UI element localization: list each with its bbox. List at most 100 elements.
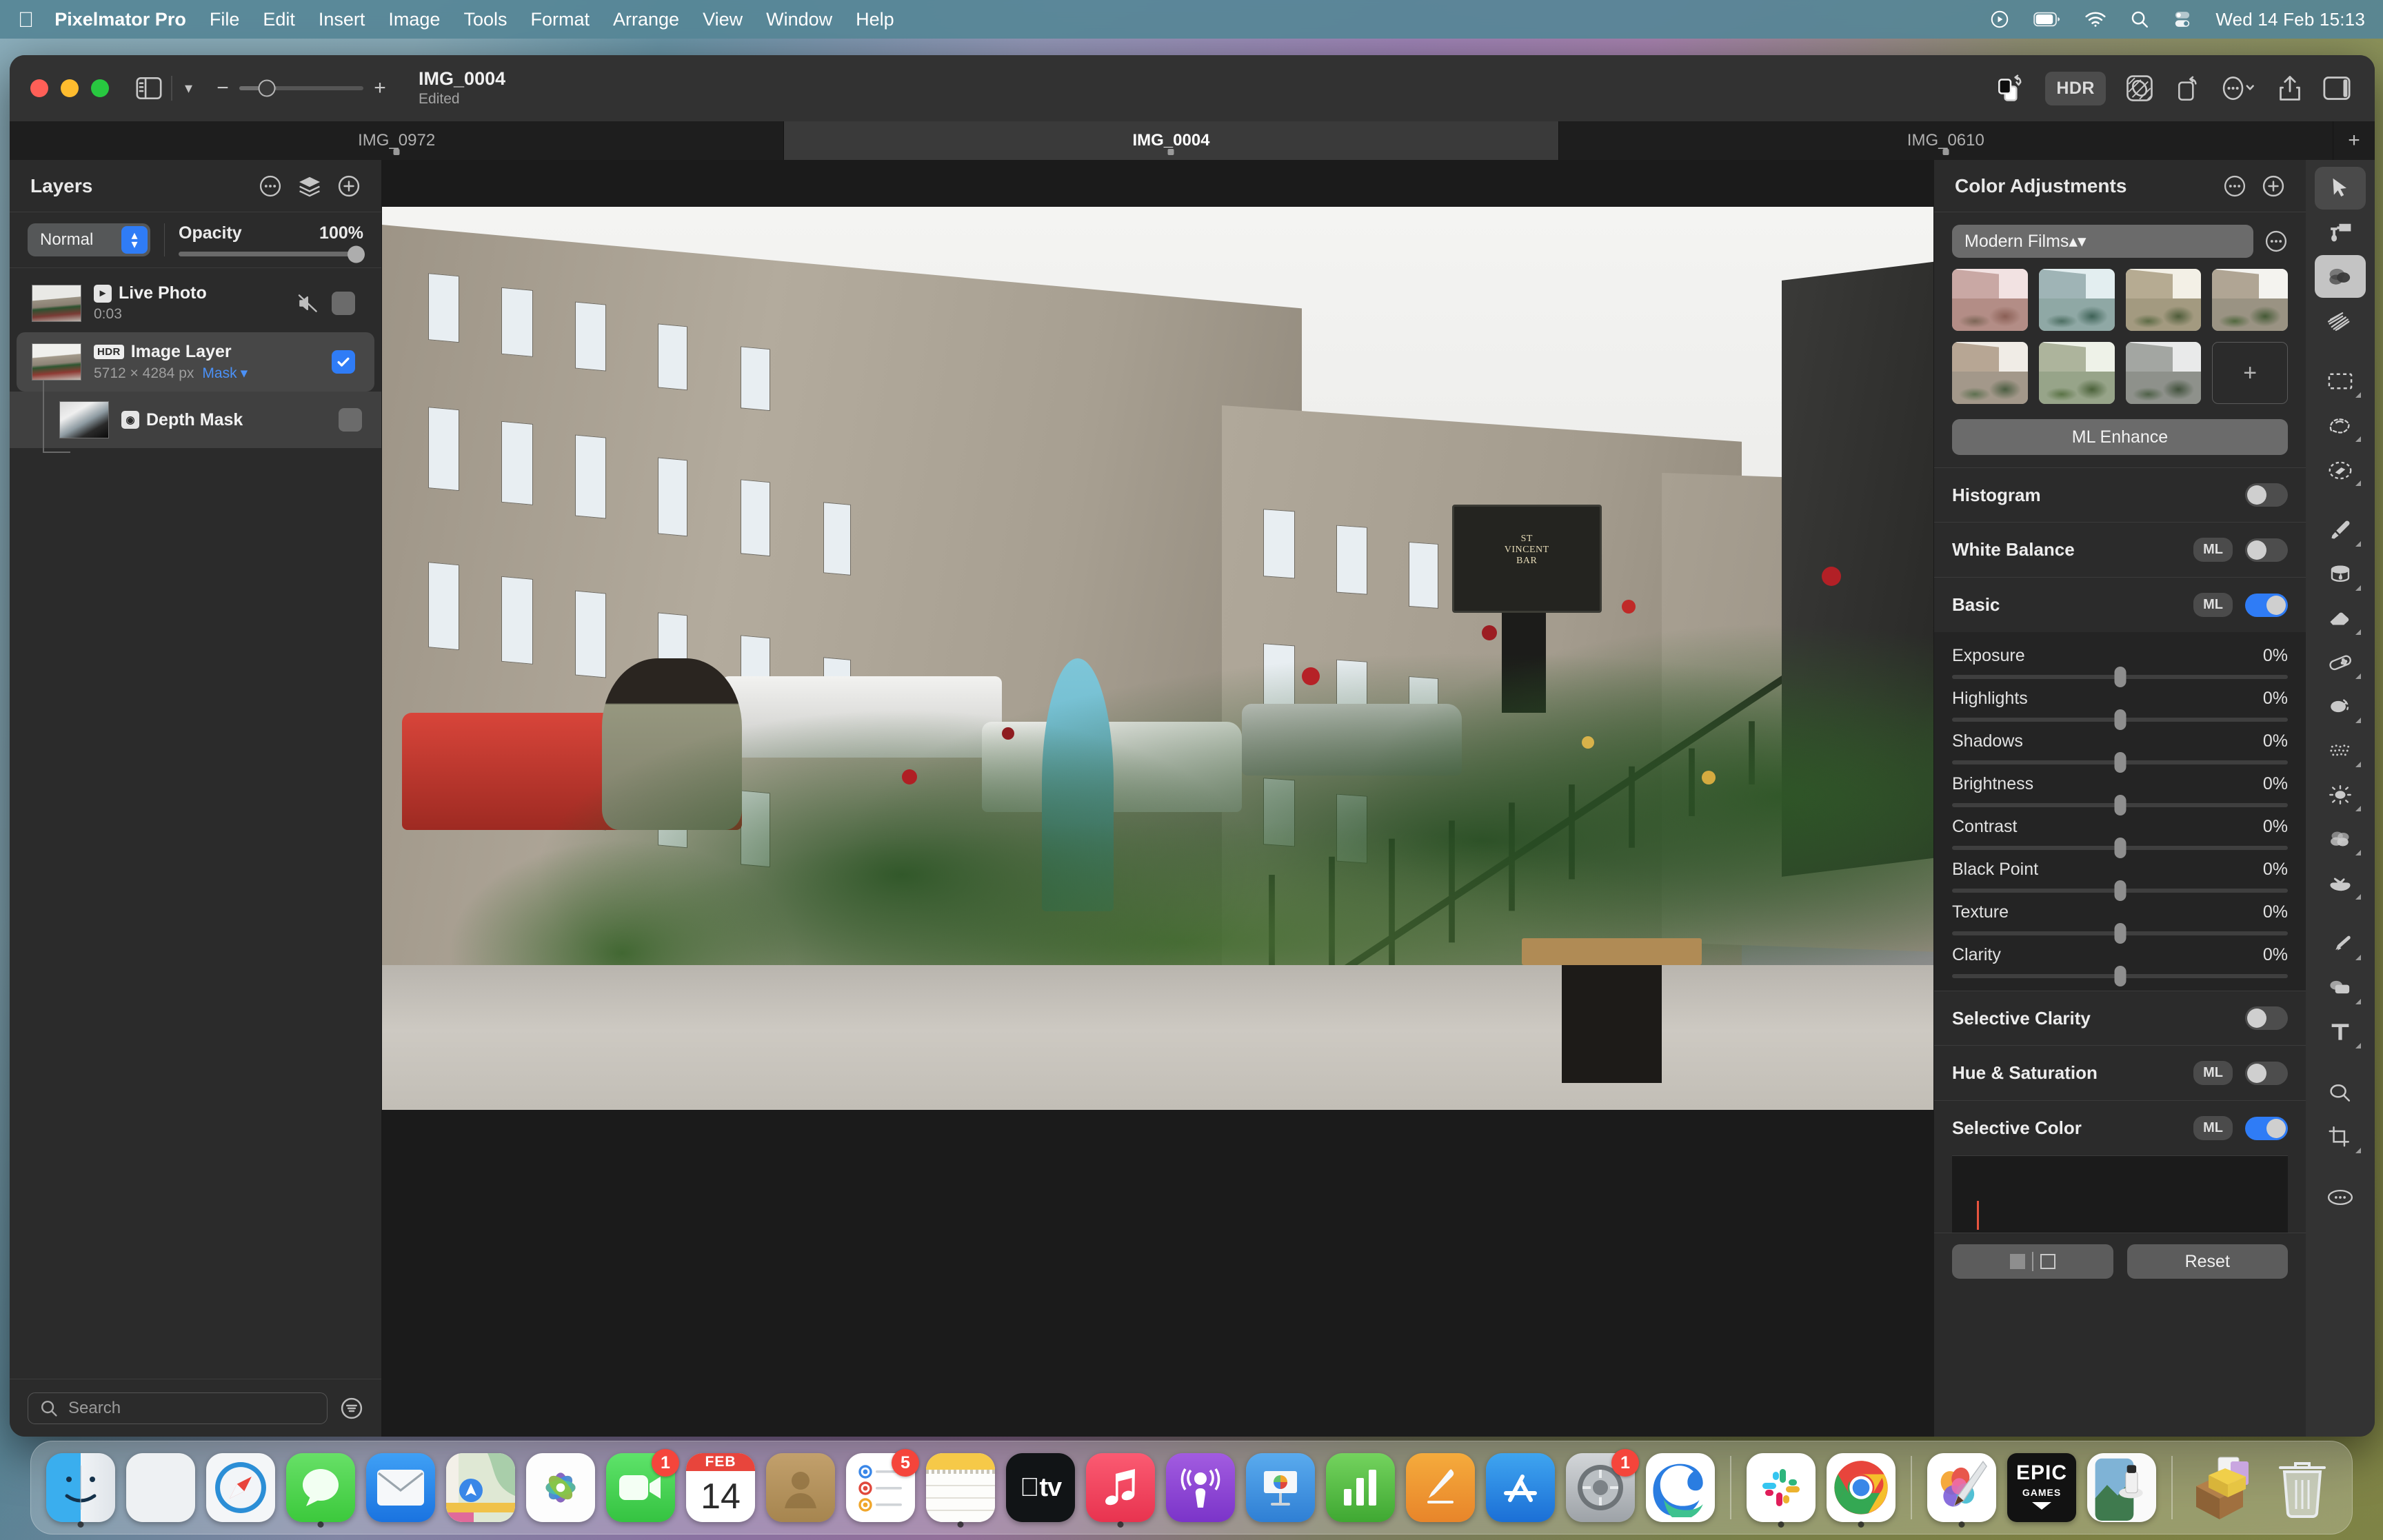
slider-knob[interactable]	[2114, 838, 2126, 858]
preset-thumbnail[interactable]	[2125, 342, 2202, 404]
dock-item-downloads-stack[interactable]	[2185, 1450, 2260, 1525]
preset-thumbnail[interactable]	[2038, 342, 2115, 404]
clone-stamp-tool[interactable]	[2315, 685, 2366, 728]
layer-visibility-checkbox[interactable]	[332, 291, 355, 315]
slider-track[interactable]	[1952, 709, 2288, 730]
slider-value[interactable]: 0%	[2263, 774, 2288, 794]
control-center-icon[interactable]	[2173, 10, 2192, 29]
dock-item-keynote[interactable]	[1243, 1450, 1318, 1525]
reset-button[interactable]: Reset	[2126, 1244, 2288, 1279]
zoom-slider-track[interactable]	[239, 79, 364, 97]
repair-tool[interactable]	[2315, 641, 2366, 684]
menu-file[interactable]: File	[210, 9, 240, 30]
zoom-button[interactable]	[91, 79, 109, 97]
pen-tool[interactable]	[2315, 922, 2366, 965]
white-balance-toggle[interactable]	[2245, 538, 2288, 562]
add-preset-button[interactable]: +	[2212, 342, 2288, 404]
slider-knob[interactable]	[2114, 880, 2126, 901]
dock-item-numbers[interactable]	[1323, 1450, 1398, 1525]
filter-icon[interactable]	[340, 1397, 363, 1420]
dock-item-edge[interactable]	[1643, 1450, 1718, 1525]
slider-track[interactable]	[1952, 880, 2288, 901]
crop-tool[interactable]	[2315, 1115, 2366, 1158]
slider-knob[interactable]	[2114, 795, 2126, 815]
dock-item-calendar[interactable]: FEB 14	[683, 1450, 758, 1525]
ml-enhance-button[interactable]: ML Enhance	[1952, 419, 2288, 455]
paint-brush-tool[interactable]	[2315, 509, 2366, 551]
more-options-icon[interactable]	[259, 174, 282, 198]
menu-bar-clock[interactable]: Wed 14 Feb 15:13	[2215, 9, 2365, 30]
add-layer-icon[interactable]	[337, 174, 361, 198]
dock-item-reminders[interactable]: 5	[843, 1449, 919, 1525]
list-item[interactable]: ◉ Depth Mask	[10, 392, 381, 448]
preset-thumbnail[interactable]	[1952, 269, 2028, 331]
adjustment-section-basic[interactable]: Basic ML	[1934, 577, 2306, 632]
layers-stack-icon[interactable]	[297, 174, 322, 198]
blend-mode-select[interactable]: Normal ▴ ▾	[28, 223, 150, 256]
zoom-tool[interactable]	[2315, 1071, 2366, 1114]
slider-value[interactable]: 0%	[2263, 902, 2288, 922]
basic-toggle[interactable]	[2245, 593, 2288, 617]
color-adjustments-tool[interactable]	[2315, 255, 2366, 298]
apple-logo-icon[interactable]: 	[18, 9, 34, 30]
mute-icon[interactable]	[297, 294, 319, 313]
slider-track[interactable]	[1952, 667, 2288, 687]
paint-tool[interactable]	[2315, 211, 2366, 254]
dock-item-podcasts[interactable]	[1163, 1450, 1238, 1525]
menu-image[interactable]: Image	[388, 9, 440, 30]
search-input[interactable]: Search	[28, 1392, 328, 1424]
dock-item-photos[interactable]	[523, 1450, 598, 1525]
layer-arrange-icon[interactable]	[1995, 74, 2026, 102]
ml-badge[interactable]: ML	[2193, 538, 2233, 562]
share-icon[interactable]	[2277, 74, 2303, 103]
adjustment-section-histogram[interactable]: Histogram	[1934, 467, 2306, 522]
slider-exposure[interactable]: Exposure 0%	[1952, 636, 2288, 687]
saturate-tool[interactable]	[2315, 818, 2366, 860]
adjustment-section-hue-saturation[interactable]: Hue & Saturation ML	[1934, 1045, 2306, 1100]
dock-item-pixelmator-pro[interactable]	[1924, 1450, 1999, 1528]
opacity-value[interactable]: 100%	[319, 223, 363, 243]
freeform-select-tool[interactable]	[2315, 404, 2366, 447]
wifi-icon[interactable]	[2084, 11, 2107, 28]
quick-select-tool[interactable]	[2315, 448, 2366, 491]
dock-item-slack[interactable]	[1744, 1450, 1818, 1528]
dock-item-facetime[interactable]: 1	[603, 1449, 679, 1525]
selective-color-toggle[interactable]	[2245, 1116, 2288, 1140]
slider-track[interactable]	[1952, 795, 2288, 815]
ml-badge[interactable]: ML	[2193, 593, 2233, 617]
chevron-updown-icon[interactable]: ▴▾	[2069, 231, 2086, 252]
tab-img-0004[interactable]: IMG_0004	[784, 121, 1559, 160]
tab-img-0972[interactable]: IMG_0972	[10, 121, 785, 160]
preset-thumbnail[interactable]	[2212, 269, 2288, 331]
rectangular-select-tool[interactable]	[2315, 360, 2366, 403]
lighten-tool[interactable]	[2315, 773, 2366, 816]
preset-thumbnail[interactable]	[1952, 342, 2028, 404]
dock-item-pages[interactable]	[1403, 1450, 1478, 1525]
hue-saturation-toggle[interactable]	[2245, 1061, 2288, 1085]
slider-knob[interactable]	[2114, 752, 2126, 773]
slider-value[interactable]: 0%	[2263, 646, 2288, 666]
effects-tool[interactable]	[2315, 299, 2366, 342]
opacity-slider-knob[interactable]	[348, 245, 365, 263]
close-button[interactable]	[30, 79, 48, 97]
slider-value[interactable]: 0%	[2263, 945, 2288, 965]
minimize-button[interactable]	[61, 79, 79, 97]
list-item[interactable]: ► Live Photo 0:03	[17, 274, 374, 332]
slider-knob[interactable]	[2114, 667, 2126, 687]
layer-visibility-checkbox[interactable]	[339, 408, 362, 432]
chevron-updown-icon[interactable]: ▴▾	[121, 226, 148, 254]
screen-recording-icon[interactable]	[1989, 9, 2010, 30]
more-options-icon[interactable]	[2223, 174, 2246, 198]
ml-badge[interactable]: ML	[2193, 1061, 2233, 1085]
dock-item-trash[interactable]	[2265, 1450, 2340, 1525]
effects-icon[interactable]	[2125, 74, 2154, 103]
eraser-tool[interactable]	[2315, 597, 2366, 640]
shape-tool[interactable]	[2315, 966, 2366, 1009]
paint-bucket-tool[interactable]	[2315, 553, 2366, 596]
search-icon[interactable]	[2130, 10, 2149, 29]
arrange-tool[interactable]	[2315, 167, 2366, 210]
adjustment-section-selective-color[interactable]: Selective Color ML	[1934, 1100, 2306, 1155]
dock-item-chrome[interactable]	[1824, 1450, 1898, 1528]
slider-track[interactable]	[1952, 838, 2288, 858]
slider-track[interactable]	[1952, 966, 2288, 986]
